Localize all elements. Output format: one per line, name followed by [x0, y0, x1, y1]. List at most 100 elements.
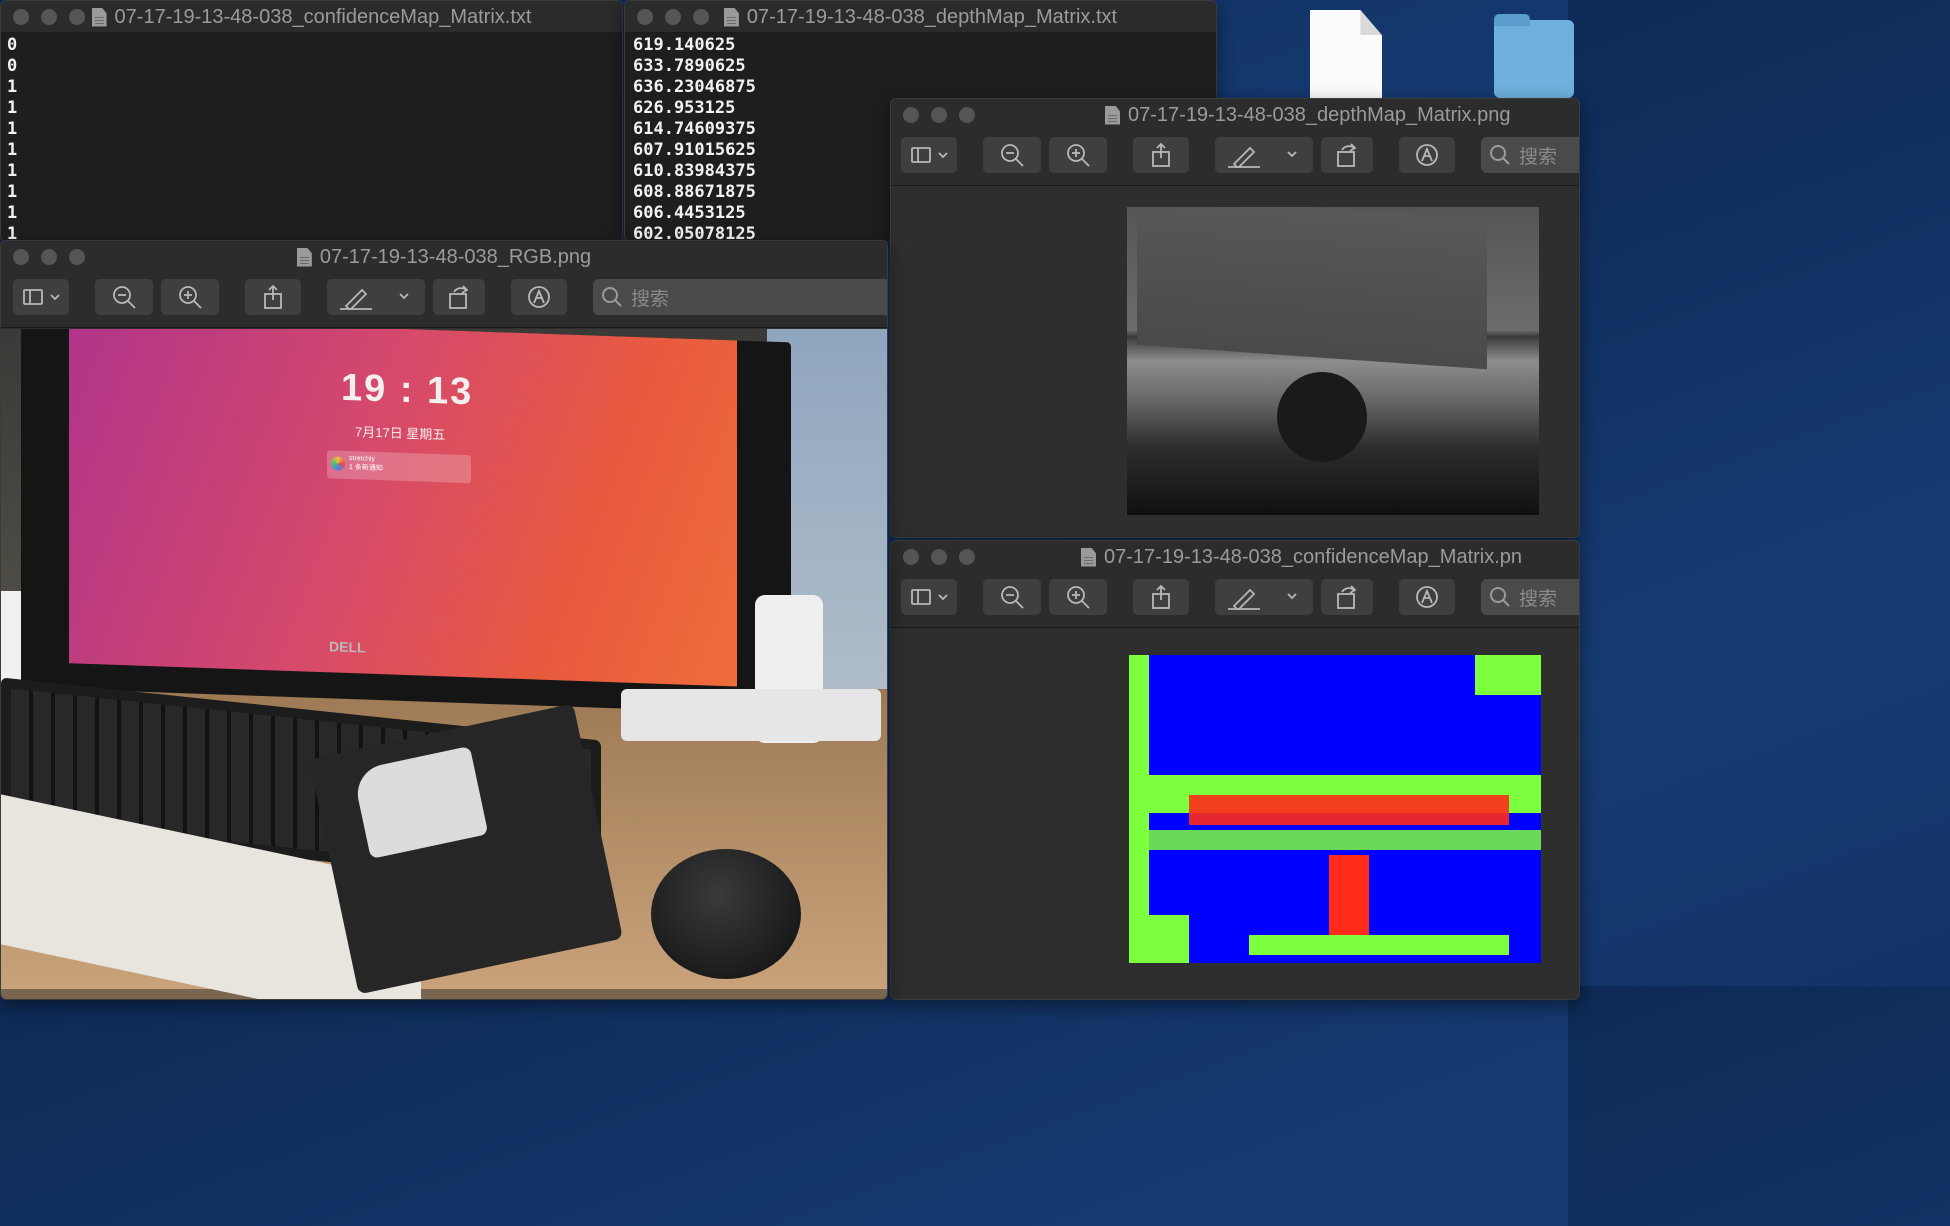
window-titlebar[interactable]: 07-17-19-13-48-038_confidenceMap_Matrix.…: [1, 1, 622, 33]
window-title: 07-17-19-13-48-038_confidenceMap_Matrix.…: [1104, 545, 1523, 568]
markup-pen-icon: [340, 288, 409, 310]
text-line: 1: [7, 98, 18, 118]
monitor-screen: 19 : 13 7月17日 星期五 stretchly 1 条新通知: [69, 329, 737, 687]
confidence-png-window[interactable]: 07-17-19-13-48-038_confidenceMap_Matrix.…: [890, 540, 1580, 1000]
monitor-brand: DELL: [329, 638, 366, 656]
annotate-icon: [1416, 144, 1438, 166]
search-placeholder: 搜索: [1519, 588, 1558, 610]
annotate-button[interactable]: [511, 279, 567, 315]
rotate-icon: [1337, 585, 1357, 609]
markup-pen-icon: [1228, 588, 1297, 610]
depth-map-image: [1127, 207, 1539, 515]
window-titlebar[interactable]: 07-17-19-13-48-038_depthMap_Matrix.png: [891, 99, 1579, 131]
zoom-out-icon: [1001, 144, 1024, 167]
text-line: 1: [7, 119, 18, 139]
share-icon: [264, 284, 282, 309]
sidebar-icon: [911, 589, 948, 605]
window-title: 07-17-19-13-48-038_confidenceMap_Matrix.…: [114, 5, 532, 28]
markup-pen-icon: [1228, 146, 1297, 168]
rotate-icon: [449, 285, 469, 309]
confidence-txt-window[interactable]: 07-17-19-13-48-038_confidenceMap_Matrix.…: [0, 0, 623, 242]
search-field[interactable]: 搜索: [593, 279, 887, 315]
search-placeholder: 搜索: [631, 288, 670, 310]
text-line: 1: [7, 161, 18, 181]
desktop-document-icon[interactable]: [1310, 10, 1382, 100]
text-line: 0: [7, 56, 18, 76]
sidebar-toggle-button[interactable]: [901, 579, 957, 615]
lock-screen-clock: 19 : 13: [341, 366, 474, 414]
rotate-icon: [1337, 143, 1357, 167]
lock-screen-notification: stretchly 1 条新通知: [327, 450, 471, 484]
depth-png-window[interactable]: 07-17-19-13-48-038_depthMap_Matrix.png 搜…: [890, 98, 1580, 538]
mouse: [651, 849, 801, 979]
text-line: 633.7890625: [633, 56, 746, 76]
monitor: 19 : 13 7月17日 星期五 stretchly 1 条新通知 DELL: [21, 329, 791, 715]
zoom-out-button[interactable]: [983, 137, 1041, 173]
text-line: 1: [7, 203, 18, 223]
text-line: 1: [7, 77, 18, 97]
zoom-out-button[interactable]: [95, 279, 153, 315]
confidence-map-image: [1129, 655, 1541, 963]
zoom-in-icon: [1067, 144, 1090, 167]
window-title: 07-17-19-13-48-038_RGB.png: [319, 245, 592, 268]
markup-button[interactable]: [327, 279, 425, 315]
annotate-icon: [1416, 586, 1438, 608]
search-placeholder: 搜索: [1519, 146, 1558, 168]
image-viewport[interactable]: [891, 187, 1579, 537]
text-content[interactable]: 0 0 1 1 1 1 1 1 1 1: [7, 35, 622, 241]
search-field[interactable]: 搜索: [1481, 137, 1579, 173]
document-icon: [1081, 547, 1096, 567]
search-icon: [1490, 145, 1510, 165]
zoom-out-icon: [113, 286, 136, 309]
document-icon: [91, 7, 107, 27]
rgb-photo: 19 : 13 7月17日 星期五 stretchly 1 条新通知 DELL: [1, 329, 887, 999]
text-line: 636.23046875: [633, 77, 756, 97]
sidebar-icon: [911, 147, 948, 163]
app-icon: [331, 456, 345, 471]
zoom-in-button[interactable]: [1049, 137, 1107, 173]
rotate-button[interactable]: [433, 279, 485, 315]
sidebar-icon: [23, 289, 60, 305]
share-icon: [1152, 584, 1170, 609]
window-title: 07-17-19-13-48-038_depthMap_Matrix.txt: [746, 5, 1118, 28]
desktop-folder-icon[interactable]: [1494, 14, 1574, 98]
window-titlebar[interactable]: 07-17-19-13-48-038_confidenceMap_Matrix.…: [891, 541, 1579, 573]
share-icon: [1152, 142, 1170, 167]
rotate-button[interactable]: [1321, 579, 1373, 615]
window-titlebar[interactable]: 07-17-19-13-48-038_RGB.png: [1, 241, 887, 273]
text-line: 1: [7, 140, 18, 160]
annotate-button[interactable]: [1399, 137, 1455, 173]
share-button[interactable]: [245, 279, 301, 315]
power-strip: [621, 689, 881, 741]
document-icon: [723, 7, 739, 27]
document-icon: [1105, 105, 1120, 125]
text-line: 1: [7, 182, 18, 202]
window-title: 07-17-19-13-48-038_depthMap_Matrix.png: [1128, 103, 1511, 126]
zoom-in-button[interactable]: [1049, 579, 1107, 615]
image-viewport[interactable]: [891, 629, 1579, 999]
zoom-in-button[interactable]: [161, 279, 219, 315]
search-icon: [602, 287, 622, 307]
zoom-in-icon: [1067, 586, 1090, 609]
markup-button[interactable]: [1215, 137, 1313, 173]
search-icon: [1490, 587, 1510, 607]
annotate-icon: [528, 286, 550, 308]
window-titlebar[interactable]: 07-17-19-13-48-038_depthMap_Matrix.txt: [625, 1, 1216, 33]
zoom-out-button[interactable]: [983, 579, 1041, 615]
lock-screen-date: 7月17日 星期五: [355, 424, 446, 443]
markup-button[interactable]: [1215, 579, 1313, 615]
search-field[interactable]: 搜索: [1481, 579, 1579, 615]
image-viewport[interactable]: 19 : 13 7月17日 星期五 stretchly 1 条新通知 DELL: [1, 329, 887, 999]
text-line: 0: [7, 35, 18, 55]
sidebar-toggle-button[interactable]: [13, 279, 69, 315]
zoom-in-icon: [179, 286, 202, 309]
zoom-out-icon: [1001, 586, 1024, 609]
notification-text: 1 条新通知: [349, 464, 383, 473]
annotate-button[interactable]: [1399, 579, 1455, 615]
rotate-button[interactable]: [1321, 137, 1373, 173]
rgb-png-window[interactable]: 07-17-19-13-48-038_RGB.png 搜索 19: 13 7月…: [0, 240, 888, 1000]
sidebar-toggle-button[interactable]: [901, 137, 957, 173]
text-line: 619.140625: [633, 35, 736, 55]
share-button[interactable]: [1133, 579, 1189, 615]
share-button[interactable]: [1133, 137, 1189, 173]
